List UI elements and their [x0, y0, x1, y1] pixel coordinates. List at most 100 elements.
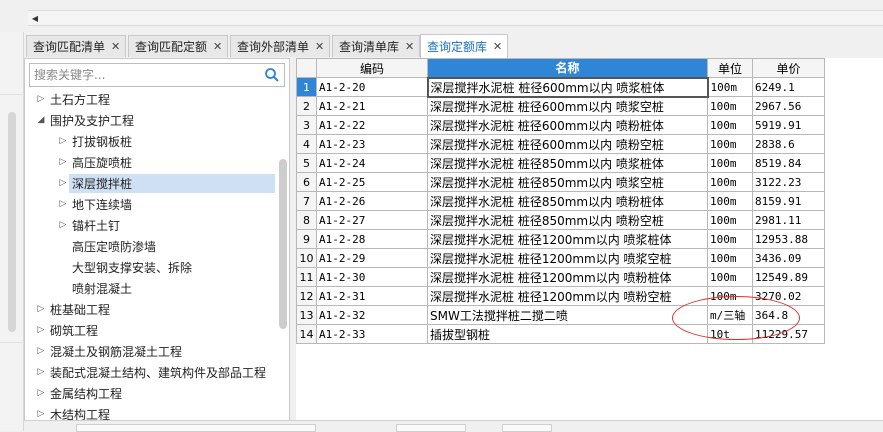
- name-cell[interactable]: 插拔型钢桩: [427, 324, 708, 344]
- tree-item[interactable]: ▷ 高压旋喷桩: [57, 152, 135, 172]
- unit-cell[interactable]: 100m: [707, 115, 753, 135]
- row-number-cell[interactable]: 9: [296, 229, 317, 249]
- gutter-scrollbar[interactable]: [8, 112, 16, 332]
- table-row[interactable]: 8 A1-2-27 深层搅拌水泥桩 桩径850mm以内 喷粉空桩 100m 2981.1…: [296, 210, 825, 230]
- name-cell[interactable]: 深层搅拌水泥桩 桩径1200mm以内 喷粉空桩: [427, 286, 708, 306]
- unit-cell[interactable]: 100m: [707, 267, 753, 287]
- close-icon[interactable]: ✕: [111, 40, 120, 53]
- price-cell[interactable]: 12953.88: [752, 229, 825, 249]
- triangle-right-icon[interactable]: ▷: [57, 220, 69, 230]
- close-icon[interactable]: ✕: [493, 40, 502, 53]
- table-row[interactable]: 12 A1-2-31 深层搅拌水泥桩 桩径1200mm以内 喷粉空桩 100m 3270…: [296, 286, 825, 306]
- price-cell[interactable]: 8159.91: [752, 191, 825, 211]
- triangle-right-icon[interactable]: ▷: [35, 304, 47, 314]
- name-cell[interactable]: 深层搅拌水泥桩 桩径1200mm以内 喷浆空桩: [427, 248, 708, 268]
- name-cell[interactable]: 深层搅拌水泥桩 桩径850mm以内 喷浆桩体: [427, 153, 708, 173]
- triangle-right-icon[interactable]: ▷: [57, 178, 69, 188]
- table-row[interactable]: 1 A1-2-20 深层搅拌水泥桩 桩径600mm以内 喷浆桩体 100m 6249.1: [296, 76, 825, 98]
- unit-cell[interactable]: m/三轴: [707, 305, 753, 325]
- tree-item[interactable]: ▷ 金属结构工程: [35, 383, 125, 403]
- tree-item[interactable]: ▷ 锚杆土钉: [57, 215, 123, 235]
- row-number-cell[interactable]: 11: [296, 267, 317, 287]
- tree-item[interactable]: ▷ 深层搅拌桩: [57, 173, 275, 193]
- code-cell[interactable]: A1-2-24: [316, 153, 428, 173]
- triangle-right-icon[interactable]: ▷: [35, 409, 47, 419]
- price-cell[interactable]: 12549.89: [752, 267, 825, 287]
- price-cell[interactable]: 2838.6: [752, 134, 825, 154]
- price-cell[interactable]: 3122.23: [752, 172, 825, 192]
- table-row[interactable]: 2 A1-2-21 深层搅拌水泥桩 桩径600mm以内 喷浆空桩 100m 2967.5…: [296, 96, 825, 116]
- table-row[interactable]: 5 A1-2-24 深层搅拌水泥桩 桩径850mm以内 喷浆桩体 100m 8519.8…: [296, 153, 825, 173]
- table-row[interactable]: 9 A1-2-28 深层搅拌水泥桩 桩径1200mm以内 喷浆桩体 100m 12953…: [296, 229, 825, 249]
- triangle-right-icon[interactable]: ▷: [57, 199, 69, 209]
- tree-item[interactable]: 喷射混凝土: [69, 278, 135, 298]
- row-number-cell[interactable]: 12: [296, 286, 317, 306]
- price-cell[interactable]: 3270.02: [752, 286, 825, 306]
- code-cell[interactable]: A1-2-20: [316, 77, 428, 97]
- tree-item[interactable]: ▷ 桩基础工程: [35, 299, 113, 319]
- triangle-down-icon[interactable]: ◢: [35, 115, 47, 125]
- table-row[interactable]: 4 A1-2-23 深层搅拌水泥桩 桩径600mm以内 喷粉空桩 100m 2838.6: [296, 134, 825, 154]
- row-number-cell[interactable]: 1: [296, 77, 317, 97]
- tree-item[interactable]: 大型钢支撑安装、拆除: [69, 257, 195, 277]
- close-icon[interactable]: ✕: [213, 40, 222, 53]
- unit-cell[interactable]: 100m: [707, 248, 753, 268]
- unit-cell[interactable]: 100m: [707, 77, 753, 97]
- row-number-cell[interactable]: 14: [296, 324, 317, 344]
- table-row[interactable]: 11 A1-2-30 深层搅拌水泥桩 桩径1200mm以内 喷粉桩体 100m 1254…: [296, 267, 825, 287]
- code-cell[interactable]: A1-2-23: [316, 134, 428, 154]
- code-cell[interactable]: A1-2-25: [316, 172, 428, 192]
- scroll-left-arrow-icon[interactable]: ◀: [28, 11, 42, 25]
- code-cell[interactable]: A1-2-30: [316, 267, 428, 287]
- unit-cell[interactable]: 100m: [707, 96, 753, 116]
- column-header-name[interactable]: 名称: [427, 58, 708, 78]
- tree-item[interactable]: ▷ 混凝土及钢筋混凝土工程: [35, 341, 185, 361]
- column-header-code[interactable]: 编码: [316, 58, 428, 78]
- code-cell[interactable]: A1-2-29: [316, 248, 428, 268]
- search-icon[interactable]: [264, 67, 280, 83]
- code-cell[interactable]: A1-2-32: [316, 305, 428, 325]
- column-header-price[interactable]: 单价: [752, 58, 825, 78]
- unit-cell[interactable]: 100m: [707, 172, 753, 192]
- table-row[interactable]: 3 A1-2-22 深层搅拌水泥桩 桩径600mm以内 喷粉桩体 100m 5919.9…: [296, 115, 825, 135]
- price-cell[interactable]: 3436.09: [752, 248, 825, 268]
- tree-item[interactable]: ◢ 围护及支护工程: [35, 110, 137, 130]
- name-cell[interactable]: 深层搅拌水泥桩 桩径600mm以内 喷粉桩体: [427, 115, 708, 135]
- tab-query-matched-quota[interactable]: 查询匹配定额 ✕: [128, 35, 228, 57]
- row-number-cell[interactable]: 4: [296, 134, 317, 154]
- tab-query-list-library[interactable]: 查询清单库 ✕: [332, 35, 420, 57]
- tree-item[interactable]: ▷ 打拔钢板桩: [57, 131, 135, 151]
- unit-cell[interactable]: 100m: [707, 229, 753, 249]
- name-cell[interactable]: 深层搅拌水泥桩 桩径850mm以内 喷粉桩体: [427, 191, 708, 211]
- row-number-cell[interactable]: 3: [296, 115, 317, 135]
- row-number-cell[interactable]: 8: [296, 210, 317, 230]
- name-cell[interactable]: 深层搅拌水泥桩 桩径600mm以内 喷粉空桩: [427, 134, 708, 154]
- column-header-unit[interactable]: 单位: [707, 58, 753, 78]
- code-cell[interactable]: A1-2-21: [316, 96, 428, 116]
- triangle-right-icon[interactable]: ▷: [57, 136, 69, 146]
- code-cell[interactable]: A1-2-27: [316, 210, 428, 230]
- row-number-cell[interactable]: 13: [296, 305, 317, 325]
- price-cell[interactable]: 2967.56: [752, 96, 825, 116]
- tree-item[interactable]: ▷ 装配式混凝土结构、建筑构件及部品工程: [35, 362, 269, 382]
- row-number-cell[interactable]: 2: [296, 96, 317, 116]
- price-cell[interactable]: 5919.91: [752, 115, 825, 135]
- tree-item[interactable]: ▷ 地下连续墙: [57, 194, 135, 214]
- tab-query-external-list[interactable]: 查询外部清单 ✕: [230, 35, 330, 57]
- row-number-cell[interactable]: 10: [296, 248, 317, 268]
- code-cell[interactable]: A1-2-28: [316, 229, 428, 249]
- unit-cell[interactable]: 100m: [707, 134, 753, 154]
- unit-cell[interactable]: 100m: [707, 210, 753, 230]
- table-row[interactable]: 6 A1-2-25 深层搅拌水泥桩 桩径850mm以内 喷浆空桩 100m 3122.2…: [296, 172, 825, 192]
- close-icon[interactable]: ✕: [405, 40, 414, 53]
- unit-cell[interactable]: 100m: [707, 191, 753, 211]
- row-number-cell[interactable]: 7: [296, 191, 317, 211]
- table-row[interactable]: 14 A1-2-33 插拔型钢桩 10t 11229.57: [296, 324, 825, 344]
- close-icon[interactable]: ✕: [315, 40, 324, 53]
- triangle-right-icon[interactable]: ▷: [35, 346, 47, 356]
- unit-cell[interactable]: 100m: [707, 286, 753, 306]
- code-cell[interactable]: A1-2-26: [316, 191, 428, 211]
- name-cell[interactable]: SMW工法搅拌桩二搅二喷: [427, 305, 708, 325]
- triangle-right-icon[interactable]: ▷: [35, 367, 47, 377]
- code-cell[interactable]: A1-2-33: [316, 324, 428, 344]
